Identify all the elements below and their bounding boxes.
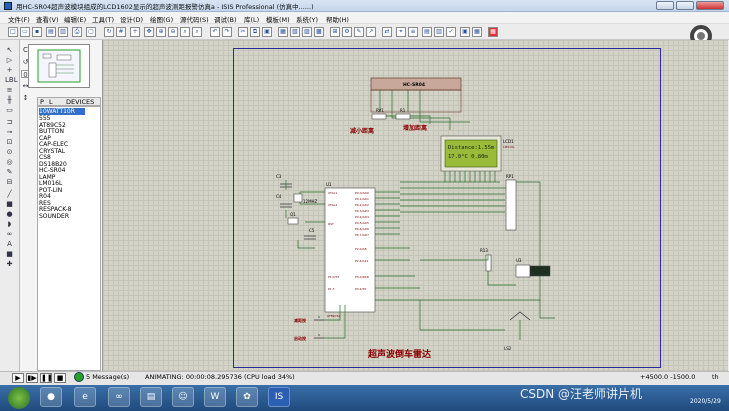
q1-ref: Q1: [290, 212, 296, 217]
mcu-ref: U1: [326, 182, 332, 187]
c4-capacitor[interactable]: [280, 203, 292, 208]
svg-text:P0.5/AD5: P0.5/AD5: [355, 221, 369, 225]
taskbar-app-3-icon[interactable]: ∞: [108, 387, 130, 407]
u3-sensor[interactable]: [515, 264, 531, 278]
schematic-drawing: HC-SR04 Distance:1.55m 17.0°C 0.80m LCD1…: [276, 77, 555, 360]
rv1-pot[interactable]: [371, 113, 387, 120]
sensor-label: HC-SR04: [403, 82, 425, 88]
button-label-start: 启动按: [294, 335, 306, 341]
svg-text:P0.3/AD3: P0.3/AD3: [355, 209, 369, 213]
r13-resistor[interactable]: [485, 254, 492, 272]
taskbar-chat-icon[interactable]: ✿: [236, 387, 258, 407]
svg-text:P2.4/A12: P2.4/A12: [355, 259, 369, 263]
start-button[interactable]: [8, 387, 30, 409]
svg-text:P1.0/T2: P1.0/T2: [328, 275, 339, 279]
label-decrease-distance: 减小距离: [350, 127, 374, 135]
svg-text:P2.0/A8: P2.0/A8: [355, 247, 367, 251]
rp1-respack[interactable]: [505, 179, 517, 231]
svg-text:P0.0/AD0: P0.0/AD0: [355, 191, 369, 195]
stop-button[interactable]: ■: [54, 373, 66, 383]
watermark: CSDN @汪老师讲片机: [520, 387, 643, 401]
button-label-decrease: 减距按: [294, 317, 306, 323]
taskbar-user-icon[interactable]: ☺: [172, 387, 194, 407]
ls2-ref: LS2: [504, 346, 512, 351]
taskbar-isis-icon[interactable]: IS: [268, 387, 290, 407]
rp1-ref: RP1: [506, 174, 514, 179]
svg-text:P0.1/AD1: P0.1/AD1: [355, 197, 369, 201]
animation-status: ANIMATING: 00:00:08.295736 (CPU load 34%…: [145, 373, 295, 381]
ls2-sounder[interactable]: [509, 311, 531, 321]
lcd-ref: LCD1: [503, 139, 514, 144]
svg-text:P0.6/AD6: P0.6/AD6: [355, 227, 369, 231]
u3-readout: [529, 265, 551, 277]
label-increase-distance: 增加距离: [403, 124, 427, 132]
crystal-value: 12MHZ: [303, 199, 318, 204]
taskbar-folder-icon[interactable]: ▤: [140, 387, 162, 407]
taskbar-date: 2020/5/29: [690, 398, 721, 405]
crystal[interactable]: [293, 193, 303, 203]
svg-text:P3.0/RXD: P3.0/RXD: [355, 275, 370, 279]
lcd-line-2: 17.0°C 0.80m: [448, 154, 488, 160]
svg-text:XTAL1: XTAL1: [328, 191, 337, 195]
lcd-part: LM016L: [503, 145, 515, 149]
svg-text:P1.3: P1.3: [328, 287, 335, 291]
c4-ref: C4: [276, 194, 282, 199]
messages-count[interactable]: 5 Message(s): [86, 373, 129, 381]
lcd-line-1: Distance:1.55m: [448, 145, 495, 151]
u3-ref: U3: [516, 258, 522, 263]
q1-transistor[interactable]: [287, 217, 299, 225]
r1-ref: R1: [400, 108, 406, 113]
unit: th: [712, 373, 719, 381]
lcd-display[interactable]: Distance:1.55m 17.0°C 0.80m LCD1 LM016L: [440, 135, 515, 172]
svg-text:P0.7/AD7: P0.7/AD7: [355, 233, 369, 237]
schematic-title: 超声波倒车雷达: [367, 348, 431, 360]
button-decrease[interactable]: [314, 316, 324, 321]
r13-ref: R13: [480, 248, 488, 253]
coordinates: +4500.0 -1500.0: [640, 373, 696, 381]
c3-ref: C3: [276, 174, 282, 179]
c5-ref: C5: [309, 228, 315, 233]
r1-resistor[interactable]: [395, 113, 411, 120]
step-button[interactable]: ▮▶: [26, 373, 38, 383]
svg-text:RST: RST: [328, 222, 334, 226]
svg-text:XTAL2: XTAL2: [328, 203, 337, 207]
mcu-part: AT89C52: [327, 314, 340, 318]
hc-sr04-module[interactable]: HC-SR04: [370, 77, 462, 113]
play-button[interactable]: ▶: [12, 373, 24, 383]
button-start[interactable]: [314, 334, 324, 339]
taskbar-app-1-icon[interactable]: ●: [40, 387, 62, 407]
messages-icon[interactable]: [74, 372, 84, 382]
taskbar-ie-icon[interactable]: e: [74, 387, 96, 407]
svg-text:P0.4/AD4: P0.4/AD4: [355, 215, 369, 219]
svg-text:P0.2/AD2: P0.2/AD2: [355, 203, 369, 207]
taskbar-word-icon[interactable]: W: [204, 387, 226, 407]
mcu-at89c52[interactable]: U1 AT89C52 XTAL1 XTAL2 RST P0.0/AD0 P0.1…: [324, 182, 376, 318]
svg-text:P3.4/T0: P3.4/T0: [355, 287, 366, 291]
c5-capacitor[interactable]: [304, 235, 316, 240]
rv1-ref: RV1: [376, 108, 384, 113]
pause-button[interactable]: ❚❚: [40, 373, 53, 383]
